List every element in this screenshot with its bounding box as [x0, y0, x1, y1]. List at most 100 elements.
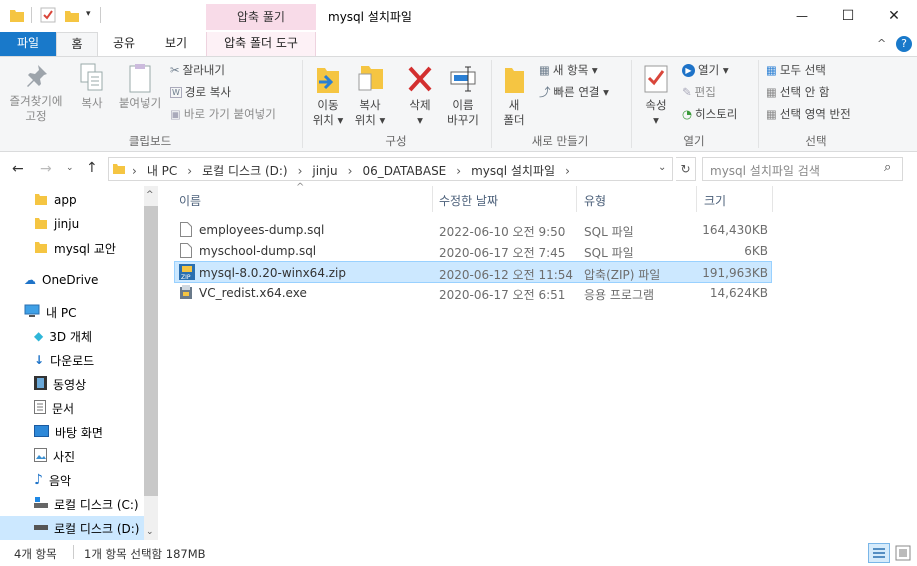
table-row[interactable]: employees-dump.sql 2022-06-10 오전 9:50 SQ…	[174, 219, 772, 241]
nav-item-onedrive[interactable]: ☁ OneDrive	[0, 268, 140, 292]
easy-access-icon: ⤴	[539, 85, 551, 99]
customize-qa-chevron-icon[interactable]: ▾	[86, 9, 91, 19]
breadcrumb-jinju[interactable]: jinju	[312, 164, 337, 178]
nav-item-documents[interactable]: 문서	[0, 396, 140, 420]
paste-shortcut-button[interactable]: ▣ 바로 가기 붙여넣기	[170, 106, 276, 122]
large-icons-view-icon[interactable]	[893, 543, 913, 563]
scroll-down-icon[interactable]: ⌄	[146, 527, 154, 537]
refresh-icon[interactable]: ↻	[676, 157, 696, 181]
address-dropdown-icon[interactable]: ⌄	[658, 162, 666, 173]
scroll-up-icon[interactable]: ^	[146, 190, 154, 200]
delete-button[interactable]: 삭제 ▾	[400, 62, 440, 128]
nav-item-label: 동영상	[53, 377, 87, 392]
tab-view[interactable]: 보기	[156, 32, 196, 56]
select-group-title: 선택	[805, 134, 827, 148]
open-label: 열기 ▾	[698, 63, 729, 77]
3d-objects-icon: ◆	[34, 329, 44, 343]
open-button[interactable]: ▶ 열기 ▾	[682, 62, 729, 78]
nav-item-downloads[interactable]: ↓ 다운로드	[0, 348, 140, 372]
move-to-button[interactable]: 이동 위치 ▾	[308, 62, 348, 128]
folder-icon	[34, 192, 48, 209]
minimize-button[interactable]: —	[779, 0, 825, 32]
file-type: SQL 파일	[584, 225, 634, 239]
collapse-ribbon-chevron-icon[interactable]: ^	[877, 37, 886, 50]
up-arrow-icon[interactable]: ↑	[86, 160, 98, 176]
copy-to-icon	[350, 62, 390, 98]
select-all-button[interactable]: ▦ 모두 선택	[766, 62, 826, 78]
pin-quick-access-label: 즐겨찾기에 고정	[9, 94, 63, 123]
column-divider[interactable]	[772, 186, 773, 212]
column-header-date[interactable]: 수정한 날짜	[439, 192, 498, 209]
select-none-button[interactable]: ▦ 선택 안 함	[766, 84, 830, 100]
new-folder-icon[interactable]	[64, 7, 79, 23]
nav-item-videos[interactable]: 동영상	[0, 372, 140, 396]
history-label: 히스토리	[695, 107, 738, 121]
properties-button[interactable]: 속성 ▾	[636, 62, 676, 128]
window-title: mysql 설치파일	[328, 10, 412, 24]
table-row[interactable]: VC_redist.x64.exe 2020-06-17 오전 6:51 응용 …	[174, 282, 772, 304]
back-arrow-icon[interactable]: ←	[12, 161, 24, 177]
file-date: 2020-06-12 오전 11:54	[439, 268, 574, 282]
breadcrumb-06-database[interactable]: 06_DATABASE	[362, 164, 446, 178]
tab-compressed-folder-tools[interactable]: 압축 폴더 도구	[206, 32, 316, 56]
maximize-button[interactable]: ☐	[825, 0, 871, 32]
properties-check-icon[interactable]	[40, 7, 56, 23]
new-item-button[interactable]: ▦ 새 항목 ▾	[539, 62, 598, 78]
tab-home[interactable]: 홈	[56, 32, 98, 56]
help-icon[interactable]: ?	[896, 36, 912, 52]
pin-quick-access-button[interactable]: 즐겨찾기에 고정	[6, 62, 66, 124]
history-button[interactable]: ◔ 히스토리	[682, 106, 737, 122]
nav-item-label: 음악	[48, 473, 72, 488]
folder-icon	[34, 216, 48, 233]
file-type: 응용 프로그램	[584, 288, 655, 302]
forward-arrow-icon[interactable]: →	[40, 161, 52, 177]
copy-button[interactable]: 복사	[72, 62, 112, 111]
table-row-selected[interactable]: ZIP mysql-8.0.20-winx64.zip 2020-06-12 오…	[174, 261, 772, 283]
close-button[interactable]: ✕	[871, 0, 917, 32]
rename-button[interactable]: 이름 바꾸기	[442, 62, 484, 128]
move-to-icon	[308, 62, 348, 98]
details-view-icon[interactable]	[868, 543, 890, 563]
nav-item-drive-d[interactable]: 로컬 디스크 (D:)	[0, 516, 144, 540]
cut-button[interactable]: ✂ 잘라내기	[170, 62, 225, 78]
nav-scrollbar-thumb[interactable]	[144, 206, 158, 496]
nav-item-app[interactable]: app	[0, 188, 140, 212]
nav-item-jinju[interactable]: jinju	[0, 212, 140, 236]
installer-exe-icon	[179, 284, 194, 303]
column-divider[interactable]	[576, 186, 577, 212]
recent-chevron-icon[interactable]: ⌄	[66, 163, 74, 173]
table-row[interactable]: myschool-dump.sql 2020-06-17 오전 7:45 SQL…	[174, 240, 772, 262]
column-header-name[interactable]: 이름	[179, 192, 201, 209]
invert-selection-button[interactable]: ▦ 선택 영역 반전	[766, 106, 851, 122]
nav-item-3d-objects[interactable]: ◆ 3D 개체	[0, 324, 140, 348]
breadcrumb-mysql-folder[interactable]: mysql 설치파일	[471, 162, 555, 179]
tab-file[interactable]: 파일	[0, 32, 56, 56]
nav-item-music[interactable]: ♪ 음악	[0, 468, 140, 492]
select-none-icon: ▦	[766, 85, 777, 99]
folder-icon[interactable]	[10, 7, 24, 23]
nav-item-mysql-manual[interactable]: mysql 교안	[0, 236, 140, 260]
copy-to-button[interactable]: 복사 위치 ▾	[350, 62, 390, 128]
film-icon	[34, 375, 47, 393]
column-divider[interactable]	[696, 186, 697, 212]
nav-item-pictures[interactable]: 사진	[0, 444, 140, 468]
address-folder-icon	[112, 161, 126, 178]
nav-item-this-pc[interactable]: 내 PC	[0, 300, 140, 324]
properties-check-icon	[636, 62, 676, 98]
edit-button[interactable]: ✎ 편집	[682, 84, 716, 100]
column-header-type[interactable]: 유형	[584, 192, 606, 209]
column-divider[interactable]	[432, 186, 433, 212]
column-header-size[interactable]: 크기	[704, 192, 726, 209]
nav-item-label: 문서	[52, 401, 75, 416]
paste-button[interactable]: 붙여넣기	[114, 62, 166, 111]
search-icon[interactable]: ⌕	[884, 160, 891, 175]
nav-item-desktop[interactable]: 바탕 화면	[0, 420, 140, 444]
breadcrumb-this-pc[interactable]: 내 PC	[147, 162, 177, 179]
copy-path-button[interactable]: W 경로 복사	[170, 84, 231, 100]
nav-item-drive-c[interactable]: 로컬 디스크 (C:)	[0, 492, 140, 516]
new-folder-button[interactable]: 새 폴더	[496, 62, 532, 128]
tab-share[interactable]: 공유	[104, 32, 144, 56]
breadcrumb-drive-d[interactable]: 로컬 디스크 (D:)	[202, 162, 287, 179]
select-all-icon: ▦	[766, 63, 777, 77]
easy-access-button[interactable]: ⤴ 빠른 연결 ▾	[539, 84, 609, 100]
